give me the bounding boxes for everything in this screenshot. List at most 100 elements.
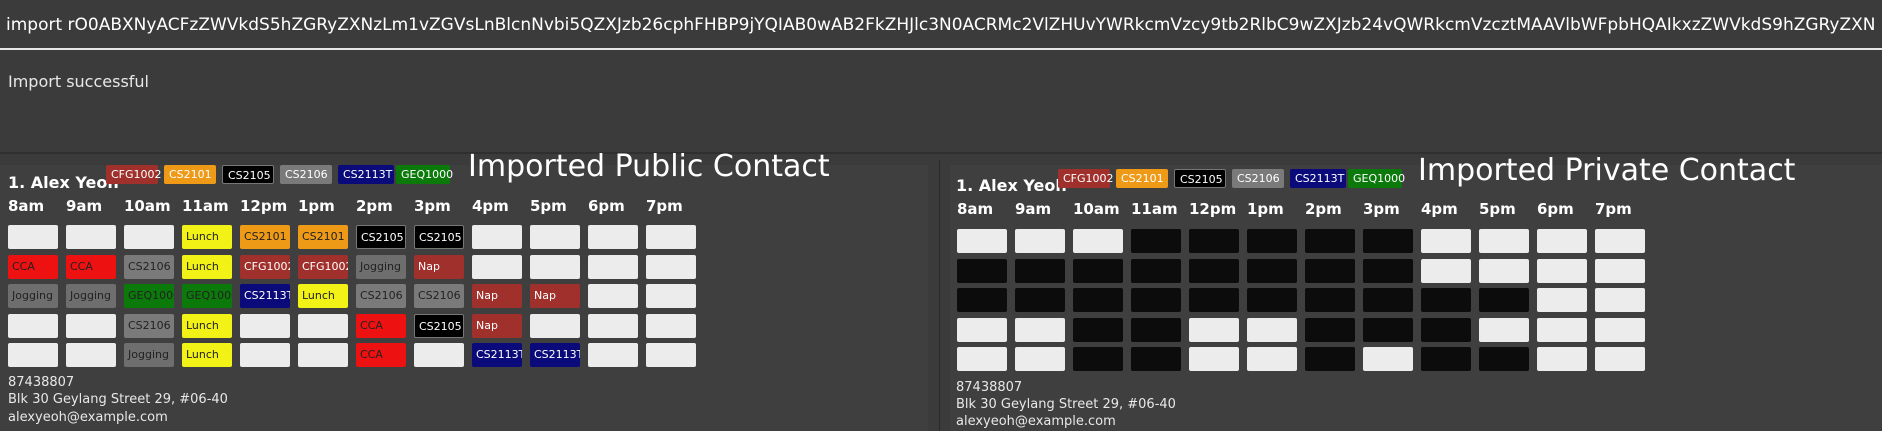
hour-label: 3pm bbox=[1363, 200, 1400, 218]
schedule-slot-free bbox=[240, 313, 290, 338]
schedule-slot-free bbox=[646, 225, 696, 249]
schedule-slot-free bbox=[8, 343, 58, 367]
tag-cfg1002: CFG1002 bbox=[1058, 169, 1114, 188]
schedule-slot-free bbox=[1247, 347, 1297, 371]
schedule-event: CCA bbox=[356, 313, 406, 338]
schedule-slot-free bbox=[1189, 347, 1239, 371]
schedule-slot-free bbox=[1537, 258, 1587, 283]
schedule-slot-busy bbox=[1421, 317, 1471, 342]
hour-label: 2pm bbox=[356, 197, 393, 215]
schedule-slot-free bbox=[646, 343, 696, 367]
schedule-slot-free bbox=[1421, 258, 1471, 283]
schedule-slot-free bbox=[298, 343, 348, 367]
schedule-slot-busy bbox=[1131, 288, 1181, 312]
schedule-slot-free bbox=[1537, 347, 1587, 371]
schedule-slot-free bbox=[588, 284, 638, 308]
hour-label: 10am bbox=[124, 197, 171, 215]
schedule-slot-free bbox=[530, 225, 580, 249]
contact-name: Alex Yeoh bbox=[978, 176, 1067, 195]
command-box[interactable] bbox=[0, 0, 1882, 50]
tag-cs2101: CS2101 bbox=[164, 165, 216, 184]
schedule-event: Jogging bbox=[356, 254, 406, 279]
schedule-event: Nap bbox=[472, 284, 522, 308]
schedule-event: CS2101 bbox=[298, 225, 348, 249]
schedule-slot-busy bbox=[1305, 258, 1355, 283]
schedule-slot-free bbox=[1015, 347, 1065, 371]
schedule-slot-free bbox=[957, 229, 1007, 253]
schedule-event: GEQ1000 bbox=[182, 284, 232, 308]
hour-label: 8am bbox=[8, 197, 45, 215]
schedule-slot-free bbox=[66, 343, 116, 367]
schedule-event: CS2113T bbox=[472, 343, 522, 367]
contact-index: 1. bbox=[8, 173, 26, 192]
schedule-slot-free bbox=[588, 343, 638, 367]
schedule-slot-free bbox=[124, 225, 174, 249]
schedule-slot-busy bbox=[1015, 258, 1065, 283]
schedule-event: Lunch bbox=[182, 343, 232, 367]
schedule-event: Jogging bbox=[124, 343, 174, 367]
schedule-event: Lunch bbox=[182, 225, 232, 249]
hour-label: 3pm bbox=[414, 197, 451, 215]
schedule-slot-free bbox=[1479, 317, 1529, 342]
tag-cs2101: CS2101 bbox=[1116, 169, 1168, 188]
schedule-slot-busy bbox=[1305, 288, 1355, 312]
hour-label: 7pm bbox=[1595, 200, 1632, 218]
hour-label: 12pm bbox=[240, 197, 288, 215]
schedule-slot-busy bbox=[1363, 288, 1413, 312]
schedule-slot-free bbox=[1073, 229, 1123, 253]
schedule-slot-free bbox=[588, 254, 638, 279]
schedule-slot-free bbox=[1595, 229, 1645, 253]
schedule-event: Nap bbox=[530, 284, 580, 308]
tag-cs2113t: CS2113T bbox=[338, 165, 394, 184]
schedule-event: CFG1002 bbox=[298, 254, 348, 279]
schedule-event: Jogging bbox=[66, 284, 116, 308]
hour-label: 4pm bbox=[472, 197, 509, 215]
hour-label: 4pm bbox=[1421, 200, 1458, 218]
schedule-event: Jogging bbox=[8, 284, 58, 308]
schedule-slot-free bbox=[472, 254, 522, 279]
schedule-slot-busy bbox=[1363, 229, 1413, 253]
schedule-event: CFG1002 bbox=[240, 254, 290, 279]
schedule-slot-busy bbox=[1131, 347, 1181, 371]
schedule-slot-free bbox=[957, 347, 1007, 371]
contact-name-row: 1. Alex Yeoh bbox=[8, 173, 119, 197]
schedule-slot-free bbox=[957, 317, 1007, 342]
schedule-event: Lunch bbox=[182, 313, 232, 338]
hour-label: 8am bbox=[957, 200, 994, 218]
contact-index: 1. bbox=[956, 176, 974, 195]
schedule-slot-busy bbox=[1189, 288, 1239, 312]
schedule-event: CS2113T bbox=[240, 284, 290, 308]
schedule-event: CS2105 bbox=[356, 225, 406, 249]
schedule-slot-busy bbox=[1247, 258, 1297, 283]
schedule-slot-free bbox=[1537, 317, 1587, 342]
schedule-slot-free bbox=[646, 284, 696, 308]
schedule-slot-free bbox=[1595, 258, 1645, 283]
schedule-slot-free bbox=[588, 313, 638, 338]
tag-geq1000: GEQ1000 bbox=[1348, 169, 1405, 188]
tag-geq1000: GEQ1000 bbox=[396, 165, 453, 184]
tag-cs2106: CS2106 bbox=[1232, 169, 1284, 188]
schedule-event: GEQ1000 bbox=[124, 284, 174, 308]
schedule-event: CS2105 bbox=[414, 313, 464, 338]
hour-label: 5pm bbox=[1479, 200, 1516, 218]
tag-cs2106: CS2106 bbox=[280, 165, 332, 184]
schedule-slot-free bbox=[1363, 347, 1413, 371]
contact-phone: 87438807 bbox=[956, 380, 1023, 395]
hour-label: 9am bbox=[66, 197, 103, 215]
schedule-slot-free bbox=[298, 313, 348, 338]
result-message: Import successful bbox=[8, 72, 149, 91]
schedule-slot-busy bbox=[1305, 347, 1355, 371]
command-input[interactable] bbox=[6, 8, 1876, 42]
schedule-slot-busy bbox=[1073, 317, 1123, 342]
tag-cs2105: CS2105 bbox=[222, 165, 274, 184]
schedule-slot-busy bbox=[1131, 229, 1181, 253]
panel-splitter[interactable] bbox=[939, 160, 940, 431]
schedule-slot-free bbox=[1015, 317, 1065, 342]
hour-label: 6pm bbox=[1537, 200, 1574, 218]
schedule-slot-busy bbox=[1131, 258, 1181, 283]
schedule-slot-busy bbox=[1421, 288, 1471, 312]
hour-label: 7pm bbox=[646, 197, 683, 215]
schedule-slot-free bbox=[1479, 258, 1529, 283]
schedule-slot-free bbox=[588, 225, 638, 249]
schedule-slot-free bbox=[646, 254, 696, 279]
